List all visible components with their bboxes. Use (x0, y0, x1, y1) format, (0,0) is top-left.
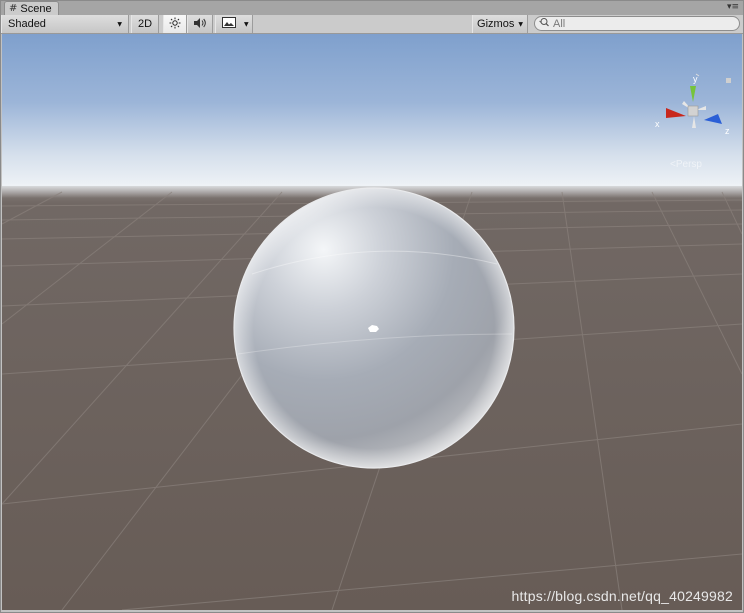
hash-icon: # (9, 2, 18, 14)
sky (2, 34, 742, 186)
shading-mode-label: Shaded (8, 18, 46, 30)
sun-icon (169, 17, 181, 32)
gizmo-x-label: x (655, 119, 660, 129)
tab-scene-label: Scene (20, 2, 52, 15)
2d-toggle-label: 2D (137, 18, 153, 30)
search-icon (539, 17, 551, 30)
tab-scene[interactable]: # Scene (4, 1, 59, 15)
image-icon (222, 17, 236, 31)
2d-toggle-button[interactable]: 2D (131, 15, 159, 33)
chevron-down-icon: ▼ (117, 20, 122, 28)
chevron-down-icon: ▼ (518, 20, 523, 28)
watermark: https://blog.csdn.net/qq_40249982 (511, 588, 733, 604)
chevron-down-icon: ▼ (244, 20, 249, 28)
lock-icon (726, 78, 731, 83)
gizmo-z-label: z (725, 126, 730, 136)
speaker-icon (193, 17, 207, 32)
window-menu-icon[interactable]: ▾≡ (727, 1, 739, 13)
orientation-gizmo[interactable]: y x z (652, 72, 734, 148)
gizmos-label: Gizmos (477, 18, 515, 30)
tab-strip: # Scene ▾≡ (1, 1, 743, 16)
gizmos-dropdown[interactable]: Gizmos ▼ (472, 15, 528, 33)
audio-toggle-button[interactable] (187, 15, 213, 33)
scene-search[interactable] (534, 16, 740, 31)
scene-viewport[interactable]: y x z <Persp (2, 34, 742, 610)
gizmo-y-label: y (693, 74, 698, 84)
projection-label[interactable]: <Persp (670, 159, 702, 170)
scene-toolbar: Shaded ▼ 2D ▼ Gizmos ▼ (1, 15, 743, 34)
search-input[interactable] (553, 17, 733, 30)
shading-mode-dropdown[interactable]: Shaded ▼ (1, 15, 129, 33)
lighting-toggle-button[interactable] (163, 15, 187, 33)
scene-window: # Scene ▾≡ Shaded ▼ 2D ▼ Gizmos ▼ All y … (0, 0, 744, 613)
effects-dropdown[interactable]: ▼ (215, 15, 253, 33)
